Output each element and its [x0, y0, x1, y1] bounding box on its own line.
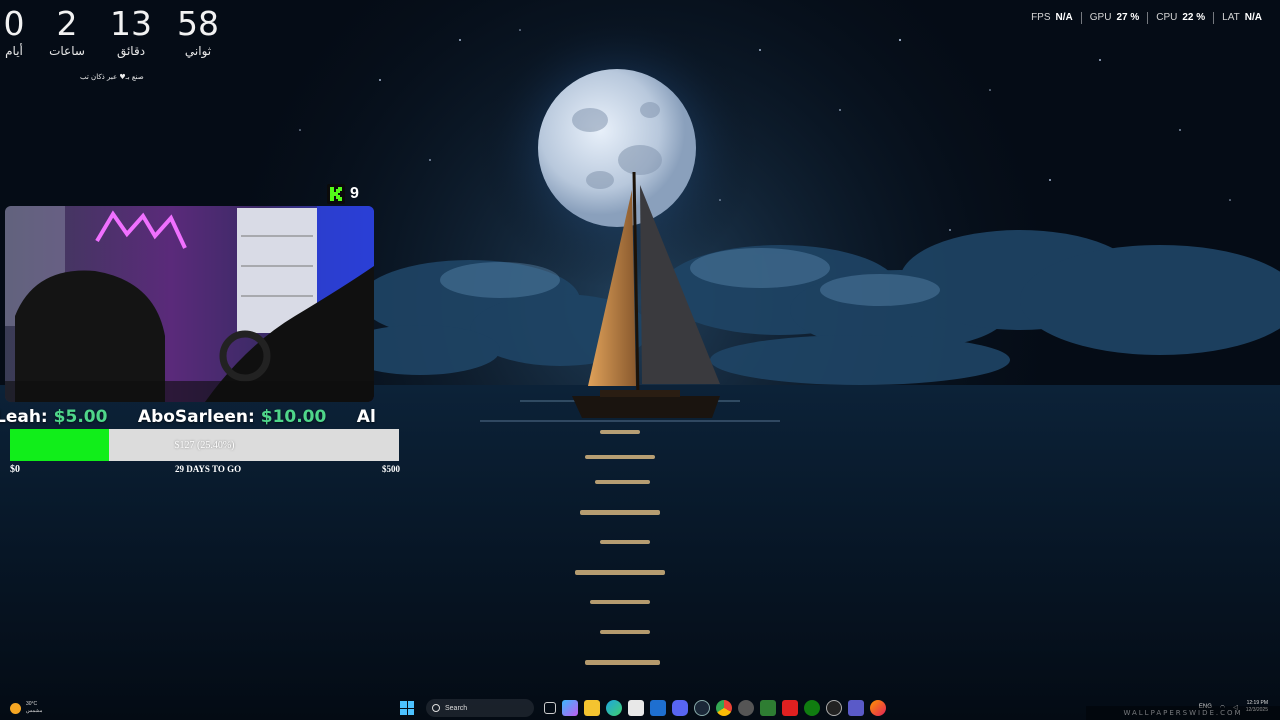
- search-label: Search: [445, 704, 468, 712]
- donor-name: Leah:: [0, 407, 48, 427]
- seconds-value: 58: [177, 4, 219, 43]
- weather-text: 30°C مشمس: [26, 701, 42, 715]
- settings-icon[interactable]: [738, 700, 754, 716]
- countdown-hours: 2 ساعات: [28, 4, 106, 58]
- donation-goal-bar: $127 (25.40%): [10, 429, 399, 461]
- start-button-icon[interactable]: [400, 701, 414, 715]
- edge-icon[interactable]: [606, 700, 622, 716]
- fps-label: FPS: [1031, 12, 1051, 23]
- donation-item: Al: [357, 407, 376, 427]
- weather-widget[interactable]: 30°C مشمس: [10, 701, 42, 715]
- kick-logo-icon: [327, 184, 345, 204]
- webcam-feed: [5, 206, 374, 402]
- donation-item: Leah: $5.00: [0, 407, 107, 427]
- search-icon: [432, 704, 440, 712]
- countdown-widget: 0 أيام 2 ساعات 13 دقائق 58 ثواني: [0, 4, 240, 58]
- gpu-value: 27 %: [1116, 12, 1140, 23]
- sync-app-icon[interactable]: [826, 700, 842, 716]
- chrome-icon[interactable]: [716, 700, 732, 716]
- countdown-days: 0 أيام: [0, 4, 28, 58]
- goal-max-label: $500: [382, 464, 400, 474]
- taskbar-search[interactable]: Search: [426, 699, 534, 717]
- donor-name: AboSarleen:: [137, 407, 255, 427]
- viewer-count-badge: 9: [327, 184, 359, 204]
- gpu-stat: GPU 27 %: [1080, 12, 1147, 24]
- fps-stat: FPS N/A: [1023, 12, 1081, 24]
- goal-days-label: 29 DAYS TO GO: [175, 464, 242, 474]
- firefox-icon[interactable]: [870, 700, 886, 716]
- seconds-label: ثواني: [184, 44, 212, 58]
- file-explorer-icon[interactable]: [584, 700, 600, 716]
- performance-overlay: FPS N/A GPU 27 % CPU 22 % LAT N/A: [1023, 12, 1270, 24]
- minutes-value: 13: [110, 4, 152, 43]
- taskbar-apps: Search: [400, 698, 886, 718]
- latency-stat: LAT N/A: [1213, 12, 1270, 24]
- minutes-label: دقائق: [116, 44, 146, 58]
- notepad-icon[interactable]: [628, 700, 644, 716]
- wallpaper-watermark: WALLPAPERSWIDE.COM: [1086, 706, 1280, 720]
- weather-desc: مشمس: [26, 708, 43, 714]
- cpu-value: 22 %: [1182, 12, 1206, 23]
- hours-value: 2: [56, 4, 78, 43]
- countdown-seconds: 58 ثواني: [156, 4, 240, 58]
- goal-min-label: $0: [10, 464, 20, 475]
- task-view-icon[interactable]: [544, 702, 556, 714]
- layers-app-icon[interactable]: [760, 700, 776, 716]
- cpu-stat: CPU 22 %: [1147, 12, 1213, 24]
- copilot-icon[interactable]: [562, 700, 578, 716]
- lat-value: N/A: [1244, 12, 1262, 23]
- vpn-app-icon[interactable]: [848, 700, 864, 716]
- discord-icon[interactable]: [672, 700, 688, 716]
- days-label: أيام: [5, 44, 23, 58]
- youtube-icon[interactable]: [782, 700, 798, 716]
- gpu-label: GPU: [1089, 12, 1112, 23]
- fps-value: N/A: [1055, 12, 1073, 23]
- days-value: 0: [3, 4, 25, 43]
- outlook-icon[interactable]: [650, 700, 666, 716]
- steam-icon[interactable]: [694, 700, 710, 716]
- donor-name: Al: [356, 407, 376, 427]
- weather-temp: 30°C: [26, 701, 38, 707]
- donation-amount: $10.00: [260, 407, 327, 427]
- lat-label: LAT: [1222, 12, 1240, 23]
- sun-icon: [10, 702, 21, 714]
- viewer-count: 9: [350, 185, 359, 202]
- goal-progress-text: $127 (25.40%): [174, 439, 235, 451]
- hours-label: ساعات: [49, 44, 85, 58]
- donation-item: AboSarleen: $10.00: [138, 407, 326, 427]
- cpu-label: CPU: [1156, 12, 1178, 23]
- xbox-icon[interactable]: [804, 700, 820, 716]
- countdown-minutes: 13 دقائق: [106, 4, 156, 58]
- donation-amount: $5.00: [53, 407, 108, 427]
- countdown-credit: صنع بـ♥ عبر ذكان تب: [80, 73, 144, 81]
